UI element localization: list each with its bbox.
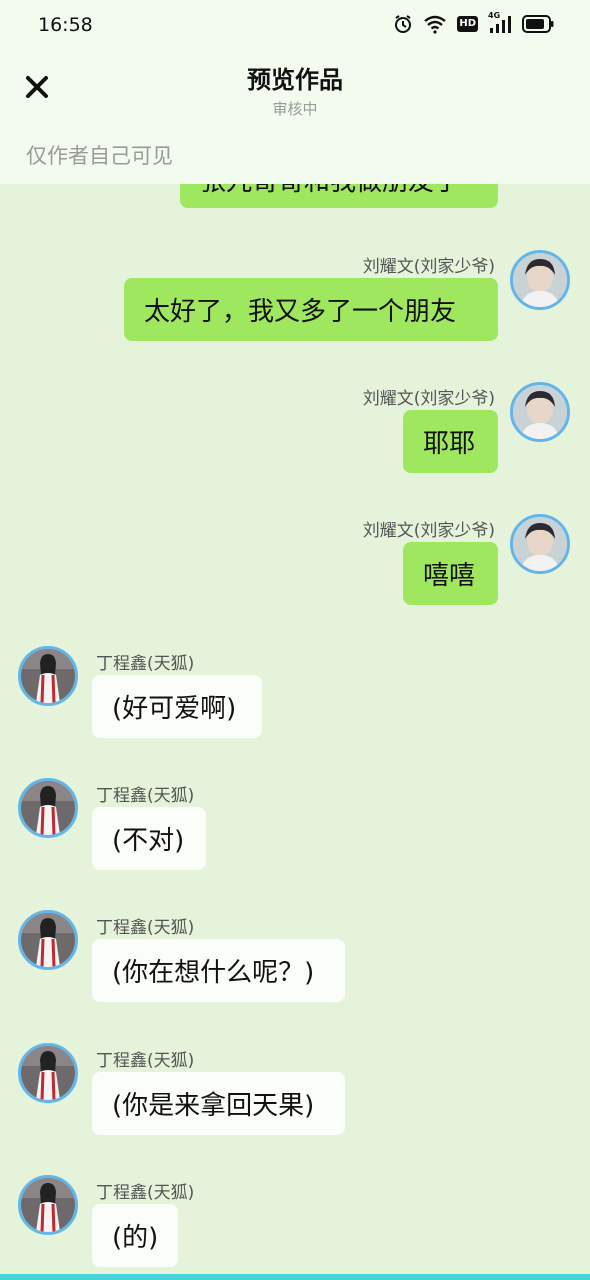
- sender-name: 刘耀文(刘家少爷): [362, 521, 495, 541]
- chat-area: 张九哥哥和我做朋友了 刘耀文(刘家少爷) 太好了，我又多了一个朋友 刘耀文(刘家…: [0, 0, 590, 1280]
- message-bubble[interactable]: (的): [92, 1204, 178, 1267]
- avatar-image: [513, 517, 567, 571]
- message-bubble[interactable]: (不对): [92, 807, 206, 870]
- avatar[interactable]: [18, 1175, 78, 1235]
- message-bubble[interactable]: (好可爱啊): [92, 675, 262, 738]
- avatar-image: [513, 385, 567, 439]
- avatar[interactable]: [18, 1043, 78, 1103]
- signal-4g-icon: 4G: [488, 11, 512, 34]
- sender-name: 刘耀文(刘家少爷): [362, 389, 495, 409]
- network-text: 4G: [488, 11, 501, 20]
- sender-name: 丁程鑫(天狐): [96, 918, 195, 938]
- status-time: 16:58: [38, 14, 93, 36]
- message-text: (好可爱啊): [112, 694, 237, 724]
- avatar-image: [21, 1046, 75, 1100]
- hd-icon: HD: [457, 14, 478, 34]
- avatar-image: [21, 781, 75, 835]
- message-text: (的): [112, 1223, 159, 1253]
- avatar-image: [21, 649, 75, 703]
- avatar-image: [513, 253, 567, 307]
- avatar[interactable]: [18, 778, 78, 838]
- message-text: 嘻嘻: [423, 561, 476, 591]
- message-bubble[interactable]: 太好了，我又多了一个朋友: [124, 278, 498, 341]
- message-bubble[interactable]: 嘻嘻: [403, 542, 498, 605]
- message-bubble[interactable]: (你在想什么呢？): [92, 939, 345, 1002]
- review-status: 审核中: [272, 100, 318, 118]
- sender-name: 刘耀文(刘家少爷): [362, 257, 495, 277]
- message-bubble[interactable]: 耶耶: [403, 410, 498, 473]
- message-text: 太好了，我又多了一个朋友: [144, 297, 457, 327]
- avatar[interactable]: [18, 910, 78, 970]
- top-bar: 16:58 HD 4G 预览作品 审核中 仅作者自己可见: [0, 0, 590, 184]
- avatar[interactable]: [18, 646, 78, 706]
- hd-text: HD: [457, 16, 478, 32]
- sender-name: 丁程鑫(天狐): [96, 1051, 195, 1071]
- message-text: (你在想什么呢？): [112, 958, 315, 988]
- visibility-note: 仅作者自己可见: [26, 144, 173, 168]
- message-text: (你是来拿回天果): [112, 1091, 315, 1121]
- sender-name: 丁程鑫(天狐): [96, 1183, 195, 1203]
- message-text: (不对): [112, 826, 185, 856]
- battery-icon: [522, 14, 554, 34]
- sender-name: 丁程鑫(天狐): [96, 786, 195, 806]
- message-text: 耶耶: [423, 429, 476, 459]
- bottom-strip: [0, 1274, 590, 1280]
- status-icons: HD 4G: [393, 11, 554, 34]
- avatar-image: [21, 913, 75, 967]
- sender-name: 丁程鑫(天狐): [96, 654, 195, 674]
- alarm-icon: [393, 14, 413, 34]
- avatar-image: [21, 1178, 75, 1232]
- avatar[interactable]: [510, 382, 570, 442]
- wifi-icon: [423, 14, 447, 34]
- avatar[interactable]: [510, 250, 570, 310]
- avatar[interactable]: [510, 514, 570, 574]
- page-title: 预览作品: [247, 66, 343, 94]
- message-bubble[interactable]: (你是来拿回天果): [92, 1072, 345, 1135]
